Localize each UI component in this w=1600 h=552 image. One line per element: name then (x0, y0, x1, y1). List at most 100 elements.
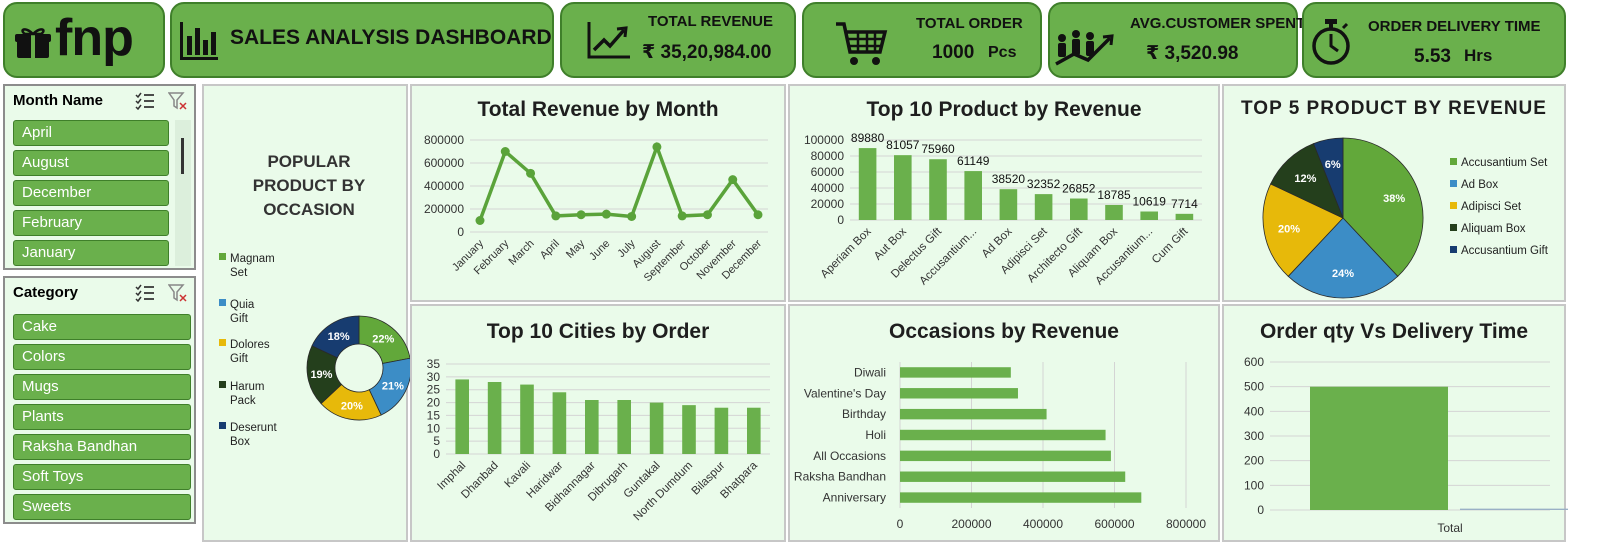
x-tick-label: Aperiam Box (819, 225, 874, 280)
top-products-panel: Top 10 Product by Revenue 0 20000 40000 600… (788, 84, 1220, 302)
data-label: 89880 (851, 131, 885, 145)
slicer-item-category[interactable]: Sweets (13, 494, 191, 520)
bar (999, 189, 1018, 220)
x-tick-label: Total (1437, 521, 1462, 535)
y-tick-label: 60000 (811, 165, 845, 179)
revenue-by-month-panel: Total Revenue by Month 0 200000 400000 6000… (410, 84, 786, 302)
bar-chart-icon (180, 22, 218, 60)
bar (964, 171, 982, 220)
bar (649, 402, 664, 454)
slice-label: 22% (372, 334, 394, 346)
y-tick-label: 0 (457, 225, 464, 239)
data-point (652, 142, 662, 152)
y-tick-label: 25 (427, 383, 441, 397)
data-point (702, 210, 712, 220)
y-tick-label: 200000 (424, 202, 464, 216)
slicer-item-category[interactable]: Mugs (13, 374, 191, 400)
slice-label: 6% (1325, 159, 1341, 171)
scrollbar-thumb[interactable] (181, 138, 184, 174)
slicer-scrollbar[interactable] (175, 120, 191, 266)
y-tick-label: 20000 (811, 197, 845, 211)
kpi-total-revenue: TOTAL REVENUE ₹ 35,20,984.00 (560, 2, 796, 78)
slice-label: 24% (1332, 268, 1354, 280)
bar (900, 492, 1142, 503)
data-label: 26852 (1062, 182, 1096, 196)
slice-label: 38% (1383, 193, 1405, 205)
x-tick-label: 400000 (1023, 517, 1063, 531)
stopwatch-icon (1312, 19, 1350, 65)
bar (1175, 213, 1194, 220)
bar (900, 367, 1011, 378)
bar (1034, 194, 1053, 220)
slicer-item-category[interactable]: Soft Toys (13, 464, 191, 490)
slicer-item-month[interactable]: April (13, 120, 169, 146)
data-point (753, 210, 763, 220)
data-point (475, 216, 485, 225)
y-tick-label: Valentine's Day (804, 386, 886, 400)
people-growth-icon (1055, 30, 1114, 66)
x-tick-label: North Dumdum (632, 460, 696, 524)
y-tick-label: Raksha Bandhan (794, 470, 886, 484)
y-tick-label: 100000 (804, 133, 844, 147)
clear-filter-icon[interactable] (168, 92, 188, 110)
slicer-item-month[interactable]: February (13, 210, 169, 236)
slicer-item-category[interactable]: Plants (13, 404, 191, 430)
y-tick-label: 10 (427, 421, 441, 435)
popular-product-by-occasion-panel: POPULAR PRODUCT BY OCCASION Magnam Set Qui… (202, 84, 410, 542)
data-label: 38520 (992, 172, 1026, 186)
kpi-title: TOTAL REVENUE (648, 13, 774, 30)
legend-label: Harum (230, 381, 265, 393)
multi-select-icon[interactable] (135, 284, 155, 302)
bar (900, 388, 1018, 399)
bar (929, 159, 947, 220)
x-tick-label: May (564, 237, 588, 261)
slicer-item-month[interactable]: January (13, 240, 169, 266)
legend-label: Magnam (230, 253, 275, 265)
kpi-value: ₹ 35,20,984.00 (642, 42, 772, 63)
data-point (728, 175, 738, 185)
kpi-unit: Hrs (1464, 46, 1493, 65)
brand-tile: fnp (3, 2, 165, 78)
slicer-item-category[interactable]: Colors (13, 344, 191, 370)
kpi-value: 1000 (932, 42, 975, 63)
top-cities-panel: Top 10 Cities by Order 0 5 10 15 20 25 30 35 Imp… (410, 304, 786, 542)
slice-label: 21% (382, 380, 404, 392)
bar (714, 407, 729, 454)
legend-label: Gift (230, 353, 249, 365)
slicer-item-month[interactable]: August (13, 150, 169, 176)
legend-swatch (1450, 158, 1457, 165)
y-tick-label: 0 (837, 213, 844, 227)
slicer-item-category[interactable]: Raksha Bandhan (13, 434, 191, 460)
legend-label: Ad Box (1461, 179, 1498, 191)
legend-label: Adipisci Set (1461, 201, 1522, 213)
legend-label: Gift (230, 313, 249, 325)
bar (1310, 386, 1448, 510)
bar (900, 450, 1111, 462)
data-point (551, 211, 561, 221)
legend-swatch (1450, 224, 1457, 231)
clear-filter-icon[interactable] (168, 284, 188, 302)
kpi-title: AVG.CUSTOMER SPENT (1130, 15, 1306, 32)
legend-label: Box (230, 436, 250, 448)
occasions-revenue-panel: Occasions by Revenue 0 200000 400000 600000… (788, 304, 1220, 542)
slicer-item-category[interactable]: Cake (13, 314, 191, 340)
bar (617, 400, 632, 454)
legend-swatch (1450, 246, 1457, 253)
multi-select-icon[interactable] (135, 92, 155, 110)
legend-swatch (1450, 180, 1457, 187)
bar (894, 155, 912, 220)
data-label: 81057 (886, 138, 920, 152)
y-tick-label: Holi (865, 428, 886, 442)
bar (1105, 204, 1123, 220)
x-tick-label: 200000 (951, 517, 991, 531)
legend-label: Aliquam Box (1461, 223, 1526, 235)
data-point (601, 209, 611, 219)
x-tick-label: Kavali (502, 460, 533, 491)
y-tick-label: 400000 (424, 179, 464, 193)
bar (520, 384, 534, 454)
x-tick-label: 600000 (1094, 517, 1134, 531)
slicer-item-month[interactable]: December (13, 180, 169, 206)
data-point (677, 211, 687, 221)
legend-label: Accusantium Gift (1461, 245, 1549, 257)
bar (455, 379, 470, 454)
